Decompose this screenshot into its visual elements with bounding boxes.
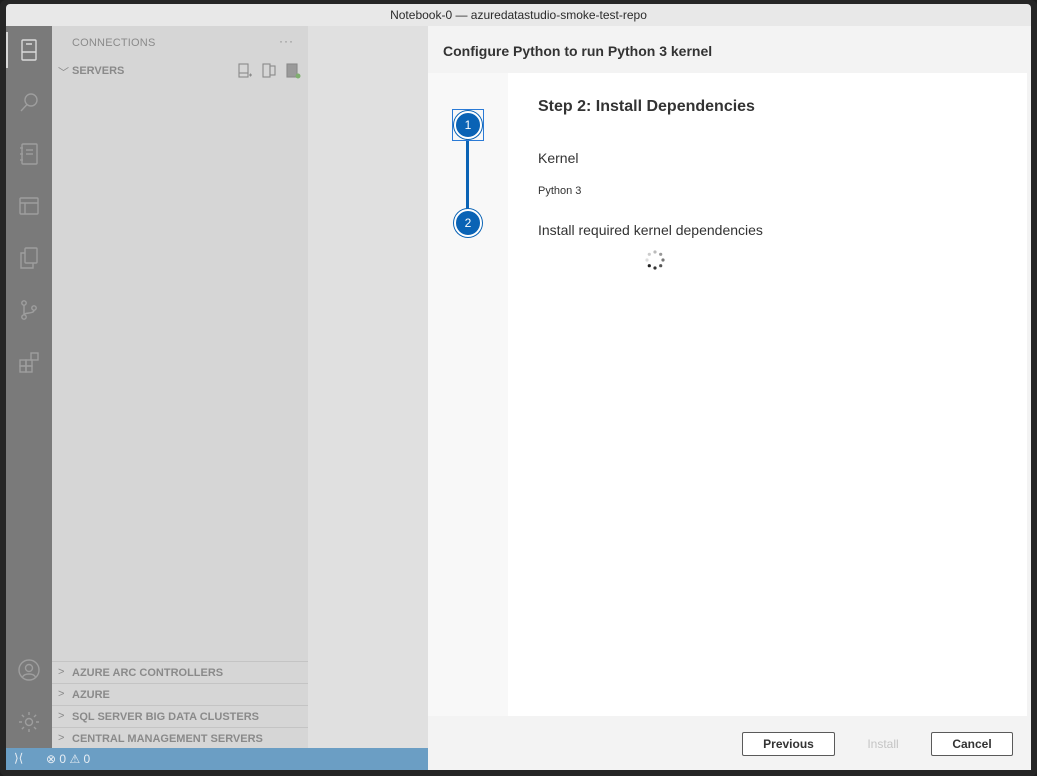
section-label: CENTRAL MANAGEMENT SERVERS [72,733,263,745]
step-title: Step 2: Install Dependencies [538,98,755,115]
warning-icon: ⚠ [69,752,81,766]
tasks-icon[interactable] [6,184,52,228]
source-control-icon[interactable] [6,288,52,332]
sidebar-header: CONNECTIONS [72,37,156,49]
dialog-title: Configure Python to run Python 3 kernel [443,43,713,59]
new-server-group-icon[interactable] [261,63,277,79]
connections-sidebar: CONNECTIONS ··· ﹀ SERVERS > AZURE ARC CO… [52,26,308,748]
step-2-button[interactable]: 2 [454,209,482,237]
activity-bar [6,26,52,748]
extensions-icon[interactable] [6,340,52,384]
chevron-right-icon: > [58,732,65,744]
new-connection-icon[interactable] [237,63,253,79]
window-title: Notebook-0 — azuredatastudio-smoke-test-… [6,4,1031,26]
chevron-right-icon: > [58,688,65,700]
dialog-footer: Previous Install Cancel [428,716,1031,770]
remote-indicator-icon[interactable]: ⟩⟨ [14,751,23,765]
section-azure[interactable]: > AZURE [52,683,308,705]
notebook-icon[interactable] [6,132,52,176]
wizard-page: Step 2: Install Dependencies Kernel Pyth… [508,73,1027,716]
section-label: SQL SERVER BIG DATA CLUSTERS [72,711,260,723]
section-central-management-servers[interactable]: > CENTRAL MANAGEMENT SERVERS [52,727,308,749]
search-icon[interactable] [6,80,52,124]
loading-spinner-icon [645,250,665,270]
active-connections-icon[interactable] [285,63,301,79]
chevron-down-icon: ﹀ [58,67,69,79]
account-icon[interactable] [6,648,52,692]
wizard-stepper: 1 2 [428,73,508,716]
section-label: AZURE [72,689,110,701]
connections-icon[interactable] [6,28,52,72]
app-window: Notebook-0 — azuredatastudio-smoke-test-… [0,0,1037,776]
section-label: AZURE ARC CONTROLLERS [72,667,224,679]
previous-button[interactable]: Previous [742,732,835,756]
manage-gear-icon[interactable] [6,700,52,744]
configure-python-dialog: Configure Python to run Python 3 kernel … [428,26,1031,770]
editor-area [308,26,428,748]
step-1-button[interactable]: 1 [454,111,482,139]
error-count: 0 [59,752,67,766]
install-button[interactable]: Install [853,732,913,756]
servers-label: SERVERS [72,65,125,77]
step-connector [466,139,469,211]
section-azure-arc-controllers[interactable]: > AZURE ARC CONTROLLERS [52,661,308,683]
problems-indicator[interactable]: ⊗ 0 ⚠ 0 [46,752,90,766]
error-icon: ⊗ [46,752,57,766]
chevron-right-icon: > [58,710,65,722]
explorer-icon[interactable] [6,236,52,280]
kernel-value: Python 3 [538,185,582,197]
chevron-right-icon: > [58,666,65,678]
status-bar: ⟩⟨ ⊗ 0 ⚠ 0 [6,748,428,770]
cancel-button[interactable]: Cancel [931,732,1013,756]
kernel-label: Kernel [538,150,579,166]
warning-count: 0 [83,752,91,766]
section-sql-server-big-data-clusters[interactable]: > SQL SERVER BIG DATA CLUSTERS [52,705,308,727]
more-actions-button[interactable]: ··· [279,34,294,48]
servers-section[interactable]: ﹀ SERVERS [52,62,308,80]
dependencies-label: Install required kernel dependencies [538,222,763,238]
